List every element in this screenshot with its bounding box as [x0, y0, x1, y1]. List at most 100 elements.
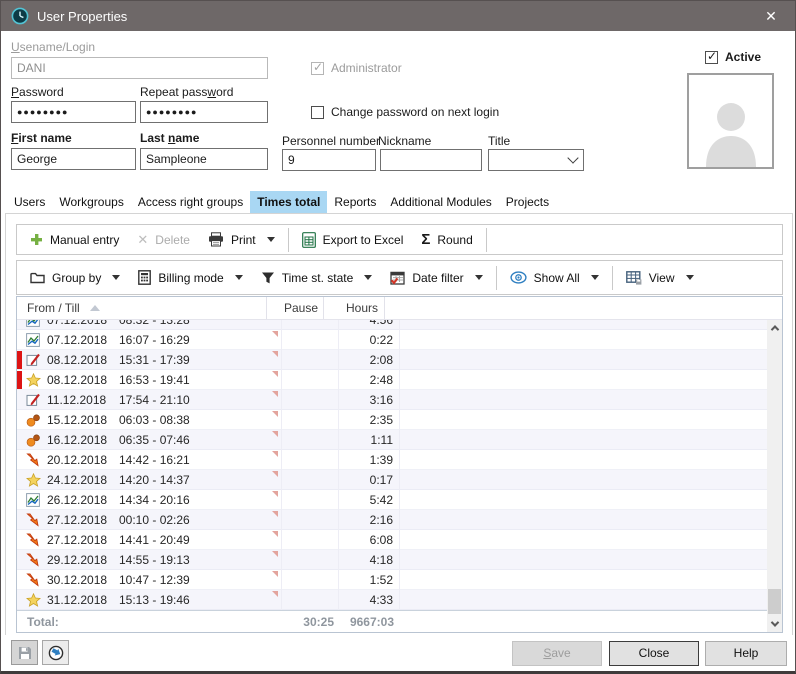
trend-arrow-icon: [25, 513, 41, 527]
show-all-button[interactable]: Show All: [501, 266, 608, 290]
dropdown-caret-icon: [591, 275, 599, 280]
from-till-cell: 27.12.201814:41 - 20:49: [41, 530, 282, 550]
contacts-icon: [25, 414, 41, 427]
help-button[interactable]: Help: [705, 641, 787, 666]
tab-additional-modules[interactable]: Additional Modules: [383, 191, 498, 213]
checkbox-box[interactable]: [705, 51, 718, 64]
title-combobox[interactable]: [488, 149, 584, 171]
repeat-password-input[interactable]: [140, 101, 268, 123]
table-row[interactable]: 20.12.201814:42 - 16:211:39: [17, 450, 767, 470]
table-row[interactable]: 16.12.201806:35 - 07:46 1:11: [17, 430, 767, 450]
table-row[interactable]: 11.12.201817:54 - 21:103:16: [17, 390, 767, 410]
note-notch-icon: [272, 511, 278, 517]
manual-entry-button[interactable]: Manual entry: [21, 228, 128, 252]
table-row[interactable]: 29.12.201814:55 - 19:134:18: [17, 550, 767, 570]
from-till-cell: 15.12.201806:03 - 08:38: [41, 410, 282, 430]
vertical-scrollbar[interactable]: [767, 320, 782, 632]
note-notch-icon: [272, 391, 278, 397]
apply-login-button[interactable]: [42, 640, 69, 665]
date-filter-button[interactable]: Date filter: [381, 266, 491, 290]
pause-cell: [282, 450, 339, 470]
from-till-cell: 16.12.201806:35 - 07:46: [41, 430, 282, 450]
toolbar-separator: [486, 228, 487, 252]
tab-users[interactable]: Users: [7, 191, 52, 213]
trend-arrow-icon: [25, 573, 41, 587]
from-till-cell: 07.12.201816:07 - 16:29: [41, 330, 282, 350]
from-till-cell: 26.12.201814:34 - 20:16: [41, 490, 282, 510]
last-name-input[interactable]: [140, 148, 268, 170]
column-header-from-till[interactable]: From / Till: [17, 297, 267, 319]
trend-arrow-icon: [25, 553, 41, 567]
username-label: Usename/Login: [11, 40, 95, 54]
chart-icon: [25, 493, 41, 507]
user-properties-dialog: User Properties ✕ Usename/Login Password…: [0, 0, 796, 674]
tab-times-total[interactable]: Times total: [250, 191, 327, 213]
delete-button: ✕ Delete: [128, 228, 199, 252]
column-header-pause[interactable]: Pause: [267, 297, 324, 319]
person-silhouette-icon: [696, 95, 766, 167]
export-to-excel-label: Export to Excel: [323, 233, 404, 247]
contacts-icon: [25, 434, 41, 447]
tab-access-right-groups[interactable]: Access right groups: [131, 191, 250, 213]
print-button[interactable]: Print: [199, 228, 284, 252]
tab-projects[interactable]: Projects: [499, 191, 556, 213]
titlebar[interactable]: User Properties ✕: [1, 1, 795, 31]
red-marker-bar: [17, 351, 22, 369]
column-header-hours[interactable]: Hours: [324, 297, 385, 319]
view-button[interactable]: View: [617, 266, 703, 290]
delete-x-icon: ✕: [137, 232, 148, 248]
password-input[interactable]: [11, 101, 136, 123]
close-icon[interactable]: ✕: [757, 8, 785, 25]
round-button[interactable]: Σ Round: [412, 228, 481, 252]
table-row[interactable]: 27.12.201800:10 - 02:262:16: [17, 510, 767, 530]
scroll-up-icon[interactable]: [767, 320, 782, 336]
tab-reports[interactable]: Reports: [327, 191, 383, 213]
pause-cell: [282, 550, 339, 570]
hours-cell: 5:42: [339, 490, 400, 510]
hours-cell: 4:56: [339, 320, 400, 330]
sigma-icon: Σ: [421, 231, 430, 248]
scroll-down-icon[interactable]: [767, 616, 782, 632]
group-by-label: Group by: [52, 271, 101, 285]
nickname-input[interactable]: [380, 149, 482, 171]
table-row[interactable]: 31.12.201815:13 - 19:464:33: [17, 590, 767, 610]
table-row[interactable]: 15.12.201806:03 - 08:382:35: [17, 410, 767, 430]
note-notch-icon: [272, 411, 278, 417]
chart-icon: [25, 333, 41, 347]
scrollbar-thumb[interactable]: [768, 589, 781, 614]
export-to-excel-button[interactable]: Export to Excel: [293, 228, 413, 252]
pause-cell: [282, 590, 339, 610]
save-disk-icon: [18, 646, 32, 660]
pause-cell: [282, 490, 339, 510]
personnel-number-input[interactable]: [282, 149, 376, 171]
dropdown-caret-icon: [235, 275, 243, 280]
tab-strip: Users Workgroups Access right groups Tim…: [7, 190, 556, 213]
save-layout-button[interactable]: [11, 640, 38, 665]
tab-workgroups[interactable]: Workgroups: [52, 191, 130, 213]
note-notch-icon: [272, 531, 278, 537]
billing-mode-button[interactable]: Billing mode: [129, 266, 251, 290]
table-row[interactable]: 27.12.201814:41 - 20:496:08: [17, 530, 767, 550]
first-name-label: First name: [11, 131, 72, 145]
table-row[interactable]: 08.12.201815:31 - 17:392:08: [17, 350, 767, 370]
table-row[interactable]: 07.12.201808:32 - 13:284:56: [17, 320, 767, 330]
table-row[interactable]: 24.12.201814:20 - 14:370:17: [17, 470, 767, 490]
close-button[interactable]: Close: [609, 641, 699, 666]
time-st-state-button[interactable]: Time st. state: [252, 266, 382, 290]
first-name-input[interactable]: [11, 148, 136, 170]
group-by-button[interactable]: Group by: [21, 266, 129, 290]
toolbar-separator: [612, 266, 613, 290]
table-row[interactable]: 07.12.201816:07 - 16:290:22: [17, 330, 767, 350]
active-checkbox[interactable]: Active: [705, 50, 761, 64]
change-password-checkbox[interactable]: Change password on next login: [311, 105, 499, 119]
note-notch-icon: [272, 571, 278, 577]
password-label: Password: [11, 85, 64, 99]
table-row[interactable]: 30.12.201810:47 - 12:391:52: [17, 570, 767, 590]
checkbox-box[interactable]: [311, 106, 324, 119]
hours-cell: 1:11: [339, 430, 400, 450]
table-row[interactable]: 26.12.201814:34 - 20:16 5:42: [17, 490, 767, 510]
nickname-label: Nickname: [378, 134, 431, 148]
pause-cell: [282, 570, 339, 590]
billing-mode-label: Billing mode: [158, 271, 223, 285]
table-row[interactable]: 08.12.201816:53 - 19:412:48: [17, 370, 767, 390]
